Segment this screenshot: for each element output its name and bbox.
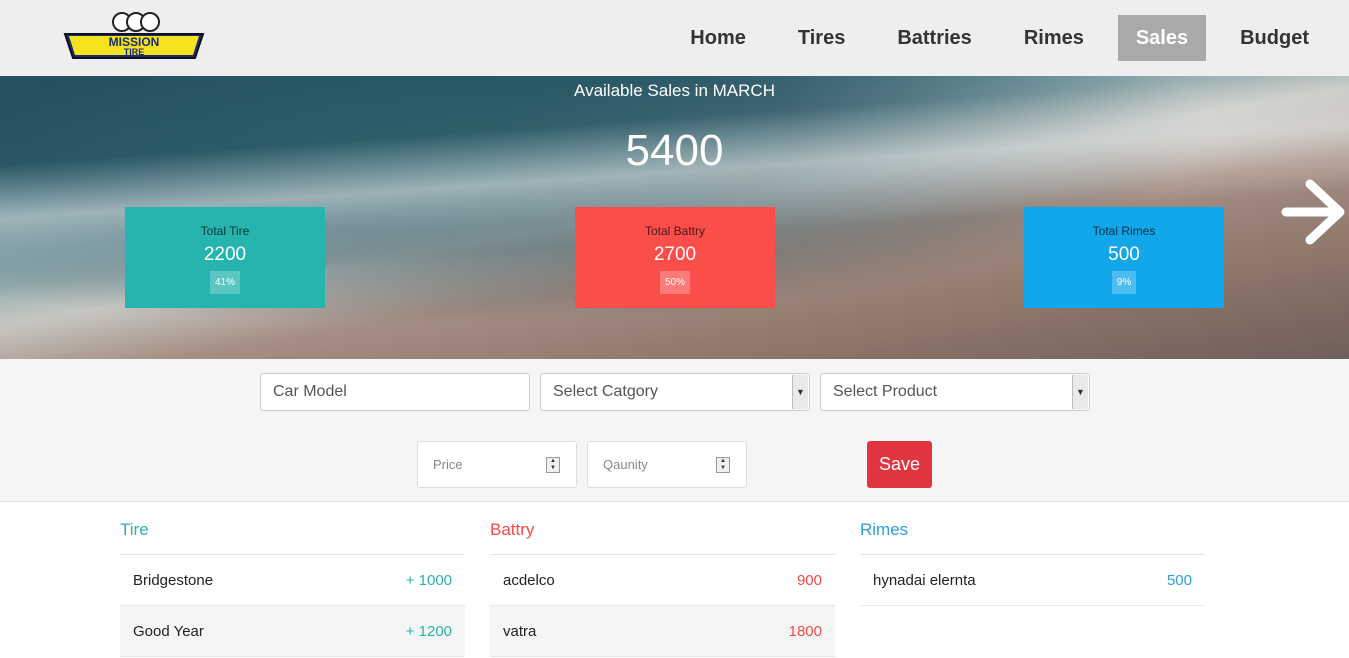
nav-home[interactable]: Home bbox=[672, 15, 764, 61]
quantity-placeholder: Qaunity bbox=[603, 457, 648, 472]
total-rimes-card: Total Rimes 500 9% bbox=[1024, 207, 1224, 308]
card-percent-badge: 50% bbox=[659, 271, 690, 294]
list-item: vatra 1800 bbox=[490, 606, 835, 657]
car-model-placeholder: Car Model bbox=[273, 383, 347, 400]
car-model-input[interactable]: Car Model bbox=[260, 373, 530, 411]
item-name: Good Year bbox=[133, 622, 204, 640]
nav-batteries[interactable]: Battries bbox=[879, 15, 989, 61]
item-value: + 1200 bbox=[405, 622, 452, 640]
mission-tire-logo[interactable]: MISSION TIRE bbox=[63, 12, 205, 62]
price-placeholder: Price bbox=[433, 457, 463, 472]
hero-title: Available Sales in MARCH bbox=[574, 81, 775, 100]
navbar: MISSION TIRE Home Tires Battries Rimes S… bbox=[0, 0, 1349, 76]
item-name: acdelco bbox=[503, 571, 555, 589]
card-value: 2700 bbox=[653, 244, 697, 265]
chevron-down-icon: ▼ bbox=[1072, 375, 1088, 409]
save-button[interactable]: Save bbox=[867, 441, 932, 488]
number-spinner-icon[interactable]: ▲ ▼ bbox=[546, 457, 560, 473]
nav-sales[interactable]: Sales bbox=[1117, 15, 1207, 61]
item-name: vatra bbox=[503, 622, 537, 640]
nav-budget[interactable]: Budget bbox=[1222, 15, 1327, 61]
item-value: + 1000 bbox=[405, 571, 452, 589]
category-select[interactable]: Select Catgory ▼ bbox=[540, 373, 810, 411]
list-item: Good Year + 1200 bbox=[120, 606, 465, 657]
hero-total-sales: 5400 bbox=[625, 126, 724, 175]
list-item: hynadai elernta 500 bbox=[860, 555, 1205, 606]
logo-text-tire: TIRE bbox=[124, 47, 145, 57]
number-spinner-icon[interactable]: ▲ ▼ bbox=[716, 457, 730, 473]
item-value: 1800 bbox=[788, 622, 822, 640]
chevron-down-icon: ▼ bbox=[792, 375, 808, 409]
list-title: Battry bbox=[490, 502, 835, 555]
item-name: Bridgestone bbox=[133, 571, 214, 589]
item-value: 900 bbox=[796, 571, 822, 589]
list-title: Rimes bbox=[860, 502, 1205, 555]
list-title: Tire bbox=[120, 502, 465, 555]
total-tire-card: Total Tire 2200 41% bbox=[125, 207, 325, 308]
product-select[interactable]: Select Product ▼ bbox=[820, 373, 1090, 411]
category-select-value: Select Catgory bbox=[553, 383, 658, 400]
card-value: 500 bbox=[1108, 244, 1140, 265]
card-percent-badge: 41% bbox=[209, 271, 240, 294]
card-percent-badge: 9% bbox=[1111, 271, 1137, 294]
main-nav: Home Tires Battries Rimes Sales Budget bbox=[656, 15, 1327, 61]
arrow-right-icon[interactable] bbox=[1280, 176, 1349, 248]
card-label: Total Rimes bbox=[1092, 224, 1156, 238]
card-label: Total Tire bbox=[200, 224, 250, 238]
card-value: 2200 bbox=[203, 244, 247, 265]
nav-tires[interactable]: Tires bbox=[780, 15, 863, 61]
nav-rimes[interactable]: Rimes bbox=[1006, 15, 1102, 61]
product-select-value: Select Product bbox=[833, 383, 938, 400]
sales-hero-banner: Available Sales in MARCH 5400 Total Tire… bbox=[0, 76, 1349, 359]
rimes-sales-list: Rimes hynadai elernta 500 bbox=[860, 502, 1205, 606]
item-name: hynadai elernta bbox=[873, 571, 976, 589]
card-label: Total Battry bbox=[644, 224, 706, 238]
price-input[interactable]: Price ▲ ▼ bbox=[417, 441, 577, 488]
quantity-input[interactable]: Qaunity ▲ ▼ bbox=[587, 441, 747, 488]
list-item: acdelco 900 bbox=[490, 555, 835, 606]
item-value: 500 bbox=[1166, 571, 1192, 589]
tire-sales-list: Tire Bridgestone + 1000 Good Year + 1200 bbox=[120, 502, 465, 657]
battery-sales-list: Battry acdelco 900 vatra 1800 bbox=[490, 502, 835, 657]
total-battery-card: Total Battry 2700 50% bbox=[575, 207, 775, 308]
sale-entry-form: Car Model Select Catgory ▼ Select Produc… bbox=[0, 359, 1349, 502]
list-item: Bridgestone + 1000 bbox=[120, 555, 465, 606]
